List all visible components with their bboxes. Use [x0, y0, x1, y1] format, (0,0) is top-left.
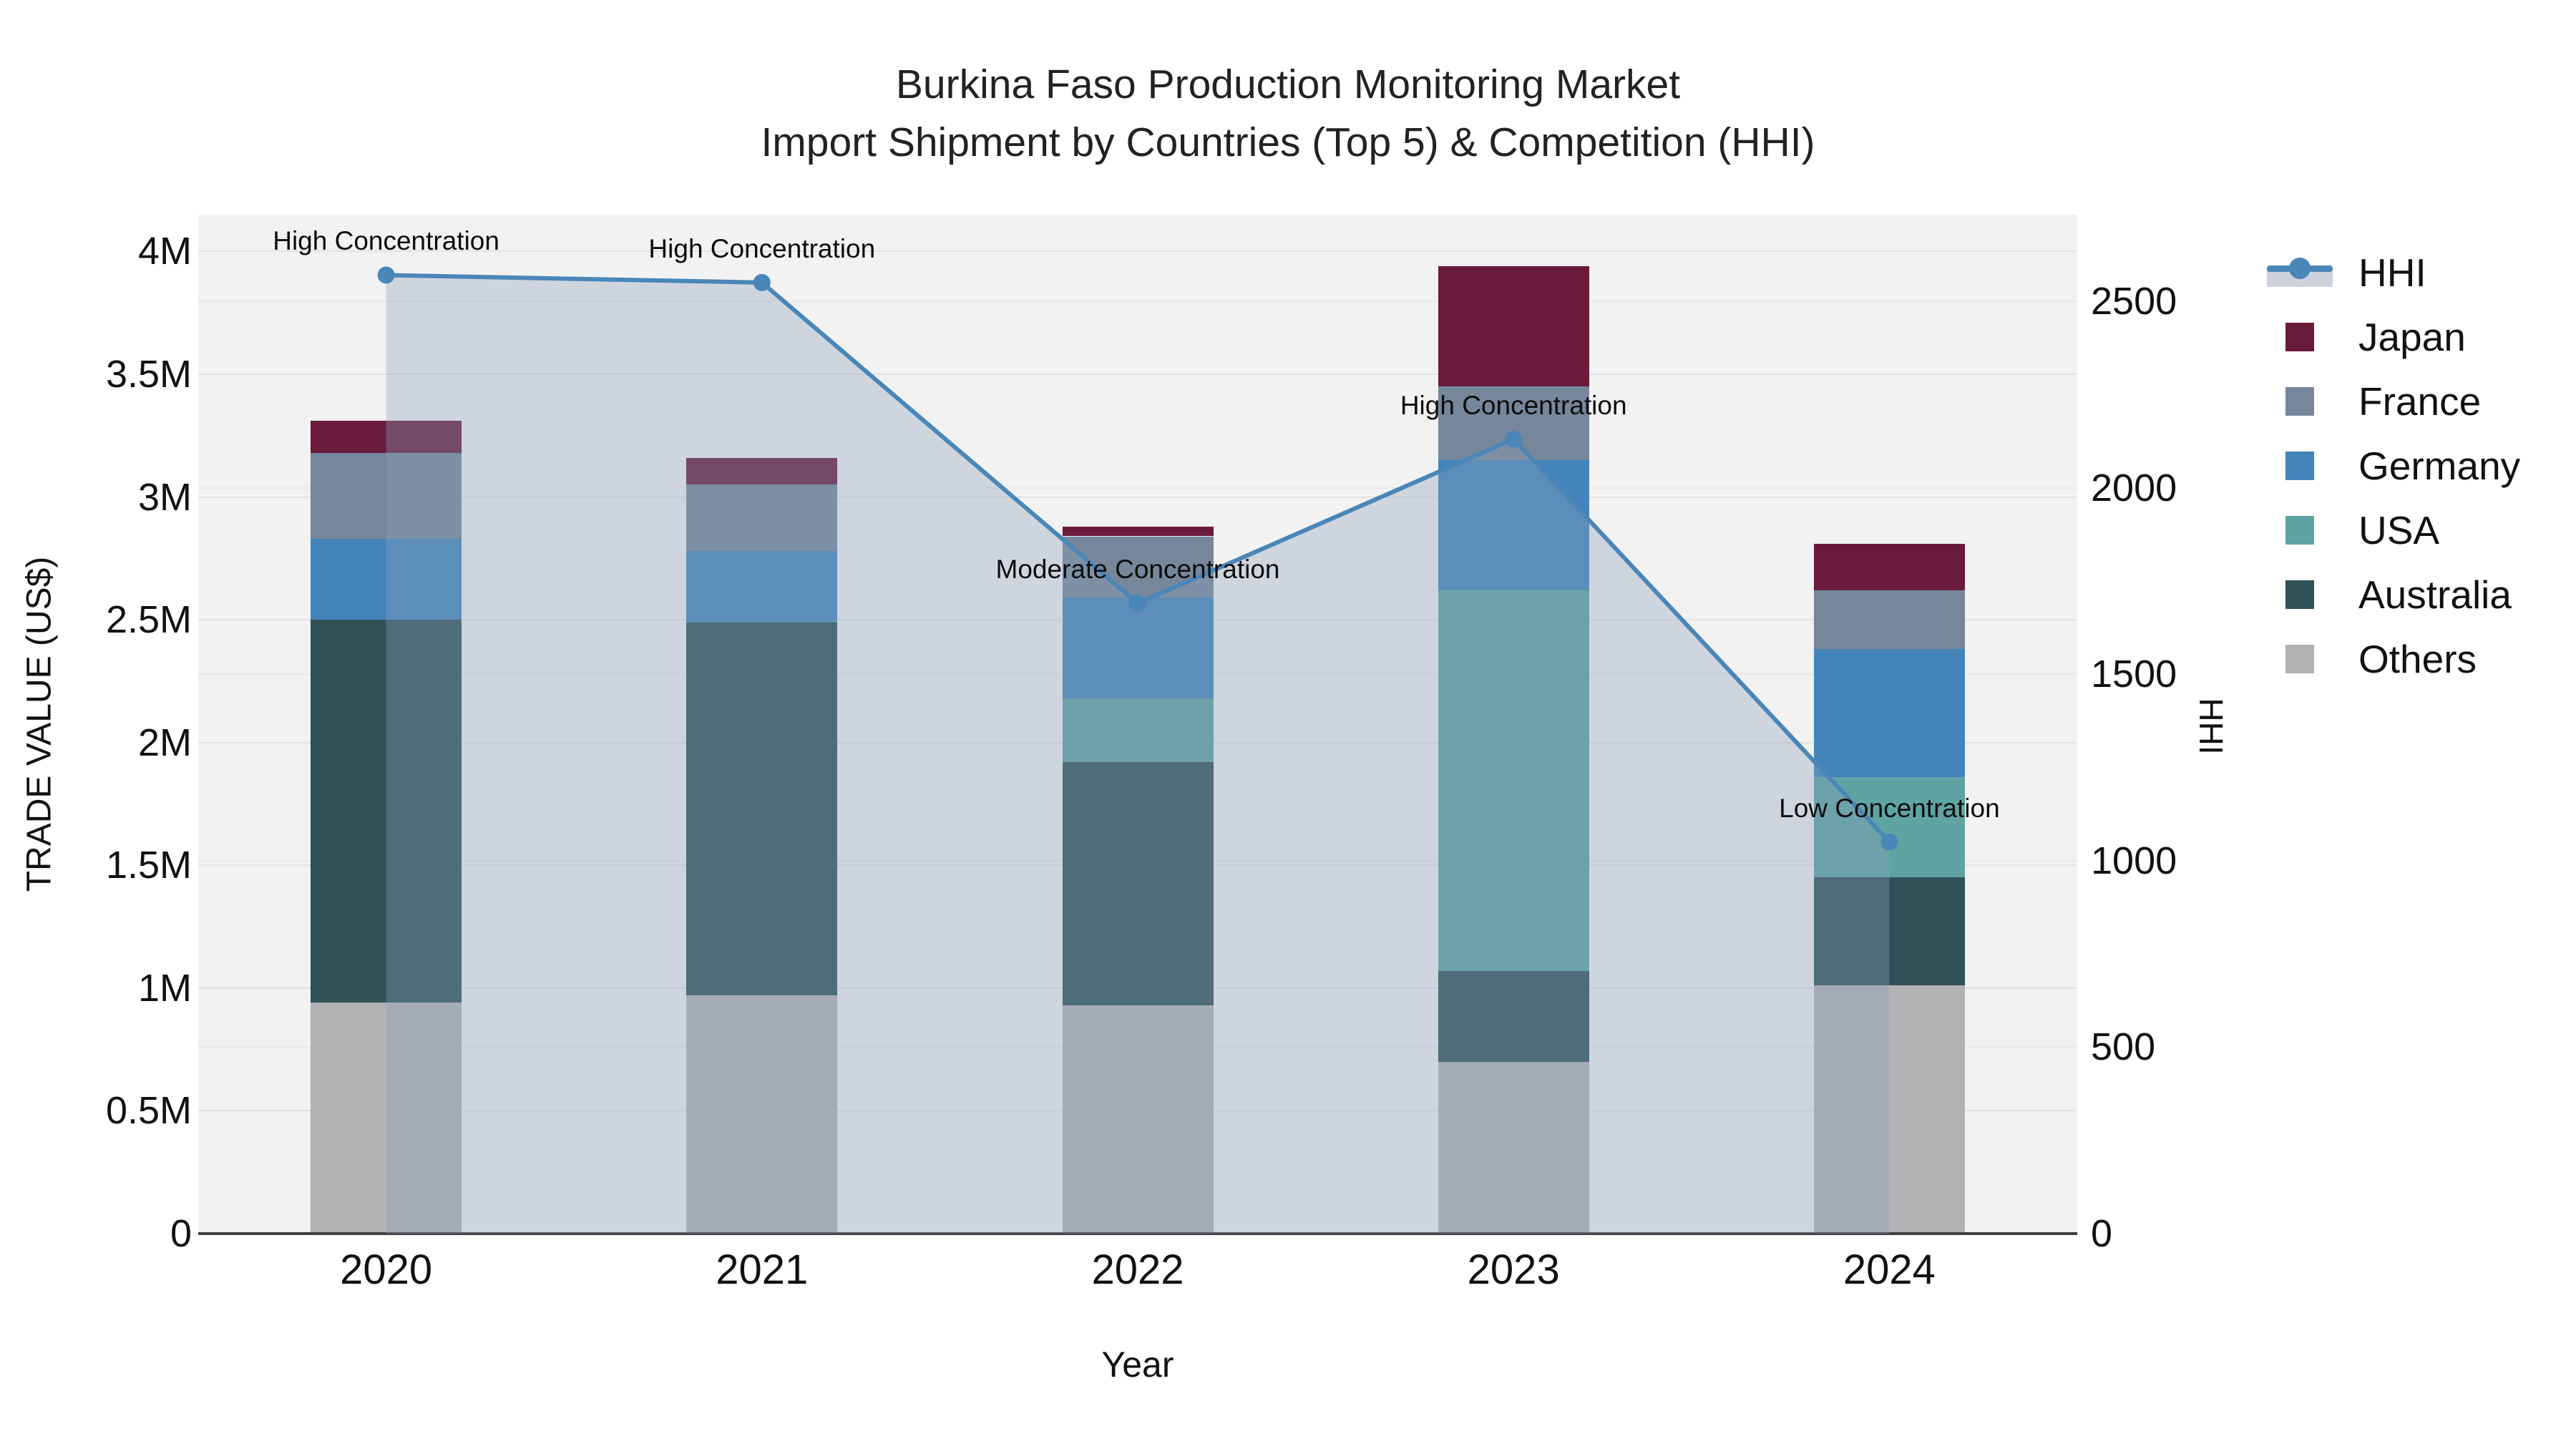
bar-segment-japan-2023[interactable] — [1438, 266, 1589, 387]
bar-segment-australia-2023[interactable] — [1438, 970, 1589, 1062]
bar-segment-usa-2024[interactable] — [1813, 776, 1965, 878]
bar-segment-france-2021[interactable] — [686, 484, 838, 552]
legend-sample-usa — [2267, 510, 2347, 550]
bar-segment-germany-2024[interactable] — [1813, 649, 1965, 777]
gridline-right-2000 — [198, 487, 2077, 489]
legend-swatch-others — [2285, 645, 2314, 673]
legend-label-france: France — [2358, 379, 2482, 424]
legend-sample-hhi — [2267, 253, 2347, 293]
y-left-tick-3M: 3M — [137, 475, 192, 519]
y-right-tick-0: 0 — [2091, 1212, 2113, 1255]
legend-swatch-japan — [2285, 323, 2314, 351]
bar-segment-australia-2024[interactable] — [1813, 877, 1965, 986]
legend-item-usa[interactable]: USA — [2267, 498, 2520, 562]
legend-swatch-australia — [2285, 580, 2314, 609]
x-tick-2021: 2021 — [716, 1246, 809, 1293]
legend: HHI Japan France Germany USA Australia Others — [2267, 240, 2520, 691]
legend-item-australia[interactable]: Australia — [2267, 562, 2520, 627]
annotation-2022: Moderate Concentration — [995, 555, 1280, 585]
gridline-left-3.5M — [198, 374, 2077, 376]
y-left-tick-4M: 4M — [137, 230, 192, 273]
chart-title-line2: Import Shipment by Countries (Top 5) & C… — [761, 119, 1815, 165]
bar-segment-usa-2023[interactable] — [1438, 590, 1589, 971]
gridline-left-3M — [198, 496, 2077, 498]
y-left-tick-3.5M: 3.5M — [105, 353, 192, 396]
bar-segment-france-2024[interactable] — [1813, 590, 1965, 650]
annotation-2023: High Concentration — [1400, 390, 1627, 420]
legend-swatch-usa — [2285, 516, 2314, 545]
legend-marker-dot-icon — [2289, 258, 2311, 279]
legend-label-hhi: HHI — [2358, 250, 2426, 295]
annotation-2020: High Concentration — [273, 226, 499, 256]
bar-segment-germany-2022[interactable] — [1062, 597, 1214, 698]
bar-segment-germany-2021[interactable] — [686, 551, 838, 623]
y-right-tick-500: 500 — [2091, 1025, 2156, 1069]
bar-segment-others-2020[interactable] — [311, 1002, 462, 1234]
y-left-tick-0.5M: 0.5M — [105, 1089, 192, 1133]
chart-title-line1: Burkina Faso Production Monitoring Marke… — [895, 62, 1681, 107]
x-axis-title: Year — [1101, 1345, 1174, 1385]
bar-segment-australia-2022[interactable] — [1062, 762, 1214, 1005]
y-right-tick-1000: 1000 — [2091, 839, 2177, 882]
legend-label-australia: Australia — [2358, 572, 2512, 617]
y-left-tick-1M: 1M — [137, 966, 192, 1010]
y-right-tick-1500: 1500 — [2091, 653, 2177, 696]
chart-title: Burkina Faso Production Monitoring Marke… — [0, 56, 2576, 172]
legend-label-germany: Germany — [2358, 444, 2521, 488]
legend-label-japan: Japan — [2358, 315, 2466, 359]
y-right-tick-2000: 2000 — [2091, 466, 2177, 509]
bar-segment-japan-2021[interactable] — [686, 457, 838, 485]
bar-segment-others-2023[interactable] — [1438, 1061, 1589, 1234]
legend-sample-australia — [2267, 575, 2347, 615]
x-tick-2022: 2022 — [1091, 1246, 1184, 1293]
legend-item-japan[interactable]: Japan — [2267, 305, 2520, 369]
legend-label-usa: USA — [2358, 508, 2440, 552]
bar-segment-japan-2022[interactable] — [1062, 526, 1214, 537]
legend-sample-others — [2267, 639, 2347, 679]
y-right-tick-2500: 2500 — [2091, 279, 2177, 323]
y-axis-title-right: HHI — [2192, 698, 2230, 755]
annotation-2024: Low Concentration — [1779, 793, 2000, 823]
bar-segment-germany-2023[interactable] — [1438, 460, 1589, 590]
y-axis-title-left: TRADE VALUE (US$) — [20, 556, 59, 892]
bar-segment-japan-2020[interactable] — [311, 421, 462, 453]
x-tick-2024: 2024 — [1843, 1246, 1936, 1293]
bar-segment-australia-2021[interactable] — [686, 622, 838, 996]
figure-canvas: Burkina Faso Production Monitoring Marke… — [0, 0, 2576, 1449]
x-tick-2020: 2020 — [340, 1246, 433, 1293]
legend-item-germany[interactable]: Germany — [2267, 434, 2520, 498]
x-axis-line — [198, 1232, 2077, 1235]
gridline-right-2500 — [198, 300, 2077, 302]
bar-segment-japan-2024[interactable] — [1813, 543, 1965, 590]
legend-label-others: Others — [2358, 637, 2477, 681]
legend-sample-germany — [2267, 446, 2347, 486]
legend-item-france[interactable]: France — [2267, 369, 2520, 434]
legend-swatch-germany — [2285, 452, 2314, 480]
bar-segment-france-2020[interactable] — [311, 452, 462, 539]
bar-segment-germany-2020[interactable] — [311, 538, 462, 620]
legend-sample-france — [2267, 381, 2347, 421]
annotation-2021: High Concentration — [648, 233, 876, 263]
y-left-tick-0: 0 — [170, 1212, 192, 1255]
x-tick-2023: 2023 — [1467, 1246, 1560, 1293]
legend-swatch-france — [2285, 387, 2314, 416]
legend-item-hhi[interactable]: HHI — [2267, 240, 2520, 305]
legend-item-others[interactable]: Others — [2267, 627, 2520, 691]
bar-segment-others-2024[interactable] — [1813, 985, 1965, 1234]
bar-segment-usa-2022[interactable] — [1062, 698, 1214, 763]
legend-sample-japan — [2267, 317, 2347, 357]
bar-segment-australia-2020[interactable] — [311, 620, 462, 1003]
bar-segment-others-2021[interactable] — [686, 995, 838, 1234]
bar-segment-others-2022[interactable] — [1062, 1005, 1214, 1234]
